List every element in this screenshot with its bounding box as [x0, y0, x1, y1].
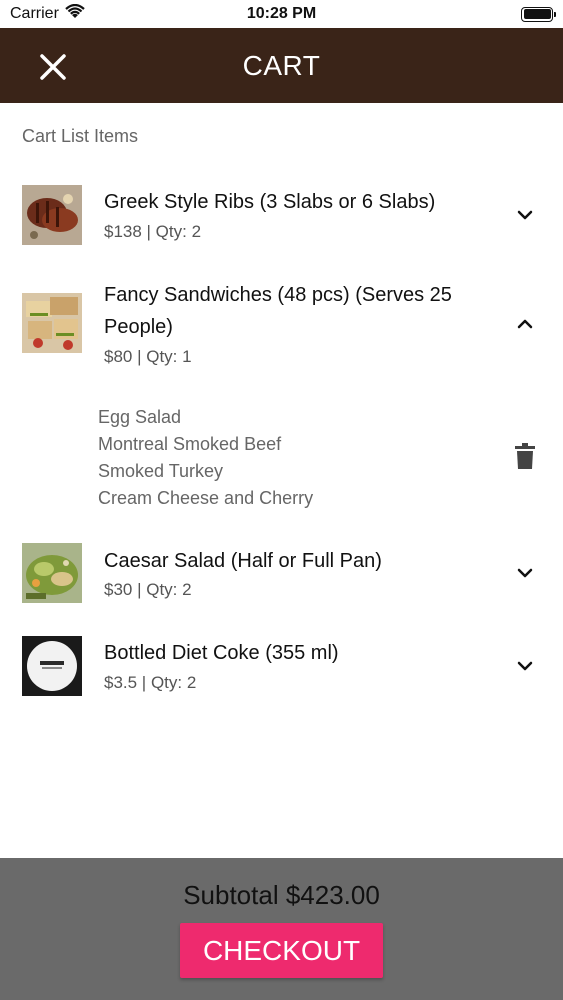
sandwiches-thumbnail [22, 293, 82, 353]
close-button[interactable] [36, 50, 70, 84]
expand-button[interactable] [510, 651, 540, 681]
chevron-down-icon [517, 210, 533, 220]
expand-button[interactable] [510, 200, 540, 230]
collapse-button[interactable] [510, 309, 540, 339]
chevron-down-icon [517, 661, 533, 671]
item-price-qty: $3.5 | Qty: 2 [104, 673, 197, 692]
expand-button[interactable] [510, 558, 540, 588]
item-options-list: Egg Salad Montreal Smoked Beef Smoked Tu… [98, 404, 313, 512]
item-title: Greek Style Ribs (3 Slabs or 6 Slabs) [104, 191, 436, 213]
close-icon [40, 54, 66, 80]
app-header: CART [0, 28, 563, 103]
trash-icon [515, 443, 535, 469]
ribs-thumbnail [22, 185, 82, 245]
status-left: Carrier [10, 3, 85, 25]
delete-item-button[interactable] [510, 440, 540, 472]
option-item: Smoked Turkey [98, 461, 224, 481]
chevron-down-icon [517, 568, 533, 578]
item-price-qty: $30 | Qty: 2 [104, 580, 192, 599]
carrier-label: Carrier [10, 5, 59, 22]
status-bar: Carrier 10:28 PM [0, 0, 563, 28]
item-title: Bottled Diet Coke (355 ml) [104, 642, 339, 664]
option-item: Cream Cheese and Cherry [98, 488, 314, 508]
wifi-icon [65, 3, 85, 25]
section-label: Cart List Items [22, 126, 139, 146]
option-item: Montreal Smoked Beef [98, 434, 282, 454]
diet-coke-thumbnail [22, 636, 82, 696]
page-title: CART [242, 49, 321, 81]
battery-icon [521, 6, 556, 22]
salad-thumbnail [22, 543, 82, 603]
item-title: Fancy Sandwiches (48 pcs) (Serves 25 Peo… [104, 284, 452, 338]
item-title: Caesar Salad (Half or Full Pan) [104, 550, 382, 572]
chevron-up-icon [517, 319, 533, 329]
option-item: Egg Salad [98, 407, 182, 427]
checkout-button[interactable]: CHECKOUT [180, 923, 383, 978]
item-price-qty: $80 | Qty: 1 [104, 347, 192, 366]
cart-footer: Subtotal $423.00 CHECKOUT [0, 858, 563, 1000]
subtotal-label: Subtotal $423.00 [183, 880, 380, 910]
item-price-qty: $138 | Qty: 2 [104, 222, 202, 241]
